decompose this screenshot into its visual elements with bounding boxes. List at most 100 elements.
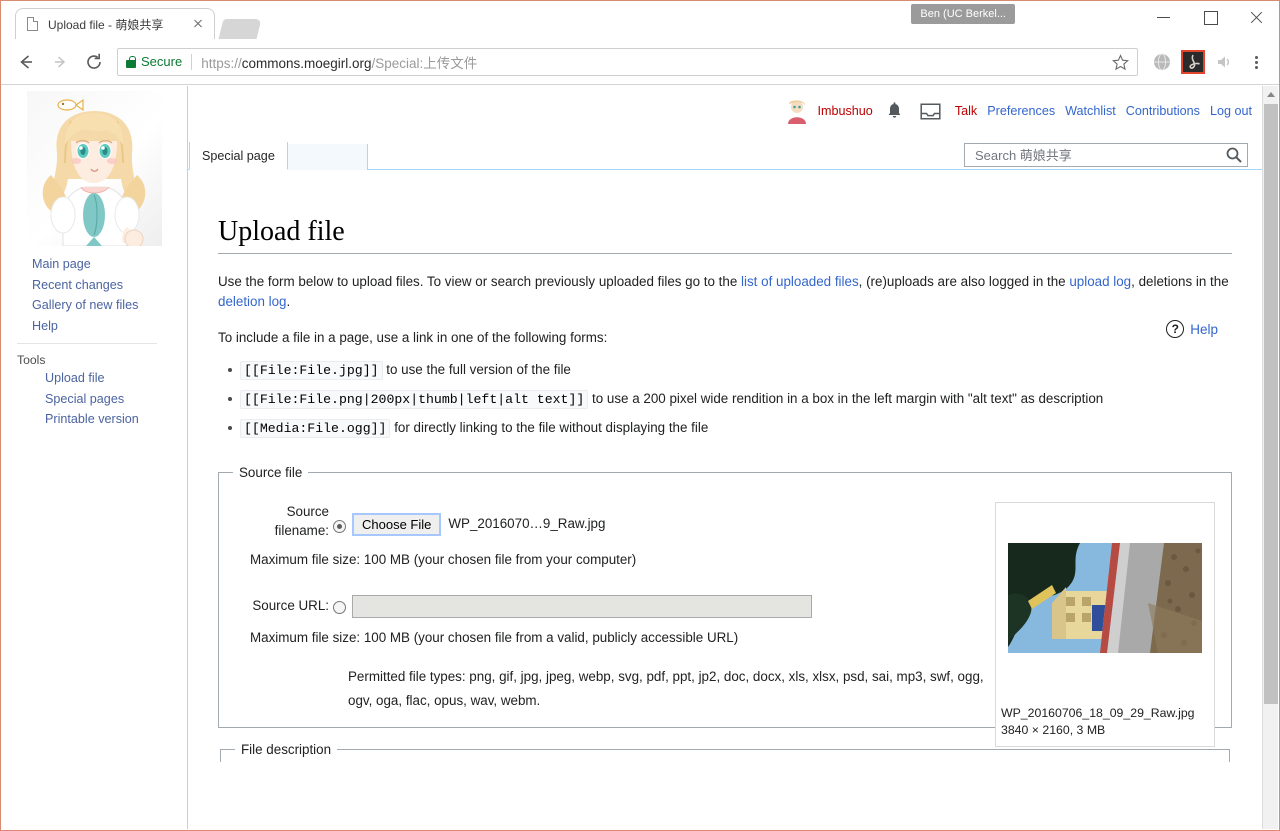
source-file-fieldset: Source file WP_20160706_18_09_29_Raw.jpg… xyxy=(218,465,1232,747)
user-bar: Imbushuo Talk Preferences Watchlist Cont… xyxy=(784,98,1252,124)
reload-icon[interactable] xyxy=(79,47,109,77)
page-scrollbar[interactable] xyxy=(1262,86,1278,829)
intro-text-3: , deletions in the xyxy=(1131,274,1229,289)
sidebar-item-main-page[interactable]: Main page xyxy=(32,254,187,275)
sidebar-item-help[interactable]: Help xyxy=(32,316,187,337)
browser-toolbar: Secure https://commons.moegirl.org/Speci… xyxy=(1,39,1279,85)
page-viewport: Main page Recent changes Gallery of new … xyxy=(2,86,1278,829)
file-preview-caption: WP_20160706_18_09_29_Raw.jpg 3840 × 2160… xyxy=(1001,705,1195,739)
bell-icon[interactable] xyxy=(886,102,903,120)
tray-icon[interactable] xyxy=(920,102,941,120)
maximize-icon[interactable] xyxy=(1187,1,1233,33)
help-label: Help xyxy=(1190,321,1218,337)
three-dot-menu-icon[interactable] xyxy=(1243,49,1269,75)
syntax-desc-1: to use the full version of the file xyxy=(386,362,571,377)
sidebar-item-upload-file[interactable]: Upload file xyxy=(45,368,187,389)
sidebar-item-special-pages[interactable]: Special pages xyxy=(45,389,187,410)
scroll-up-icon[interactable] xyxy=(1263,86,1278,103)
speaker-extension-icon[interactable] xyxy=(1211,49,1237,75)
radio-source-filename[interactable] xyxy=(333,520,346,533)
tab-special-page[interactable]: Special page xyxy=(189,142,288,170)
choose-file-button[interactable]: Choose File xyxy=(352,513,442,536)
chosen-file-name: WP_2016070…9_Raw.jpg xyxy=(448,516,606,531)
source-url-input[interactable] xyxy=(352,595,812,618)
file-description-legend: File description xyxy=(241,742,332,757)
file-preview-filename: WP_20160706_18_09_29_Raw.jpg xyxy=(1001,706,1195,720)
sidebar-heading-tools: Tools xyxy=(17,353,46,367)
user-bar-link-watchlist[interactable]: Watchlist xyxy=(1065,104,1116,118)
permitted-file-types: Permitted file types: png, gif, jpg, jpe… xyxy=(348,669,984,708)
back-arrow-icon[interactable] xyxy=(11,47,41,77)
question-circle-icon: ? xyxy=(1166,320,1185,338)
security-label: Secure xyxy=(141,54,183,69)
intro-text-2: , (re)uploads are also logged in the xyxy=(858,274,1070,289)
link-deletion-log[interactable]: deletion log xyxy=(218,294,287,309)
browser-tab[interactable]: Upload file - 萌娘共享 xyxy=(15,8,215,39)
wiki-page: Main page Recent changes Gallery of new … xyxy=(2,86,1262,829)
source-filename-label: Source filename: xyxy=(274,504,329,538)
intro-paragraph: Use the form below to upload files. To v… xyxy=(218,272,1232,312)
file-preview-panel: WP_20160706_18_09_29_Raw.jpg 3840 × 2160… xyxy=(995,502,1215,747)
globe-extension-icon[interactable] xyxy=(1149,49,1175,75)
browser-window: Upload file - 萌娘共享 Ben (UC Berkel... Sec… xyxy=(0,0,1280,831)
source-url-label: Source URL: xyxy=(252,598,329,613)
intro-text-1: Use the form below to upload files. To v… xyxy=(218,274,742,289)
sidebar-divider xyxy=(17,343,157,344)
moegirl-mascot-logo[interactable] xyxy=(27,91,162,246)
user-bar-link-log-out[interactable]: Log out xyxy=(1210,104,1252,118)
file-preview-dimensions: 3840 × 2160, 3 MB xyxy=(1001,723,1106,737)
sidebar-item-recent-changes[interactable]: Recent changes xyxy=(32,275,187,296)
syntax-desc-2: to use a 200 pixel wide rendition in a b… xyxy=(592,391,1104,406)
page-title: Upload file xyxy=(218,216,1232,254)
minimize-icon[interactable] xyxy=(1141,1,1187,33)
adobe-acrobat-icon[interactable] xyxy=(1180,49,1206,75)
search-box[interactable] xyxy=(964,143,1248,167)
browser-tab-title: Upload file - 萌娘共享 xyxy=(48,17,164,32)
omnibox-divider xyxy=(191,53,193,70)
radio-source-url[interactable] xyxy=(333,601,346,614)
list-item: [[File:File.png|200px|thumb|left|alt tex… xyxy=(228,385,1232,414)
forward-arrow-icon[interactable] xyxy=(45,47,75,77)
help-link[interactable]: ? Help xyxy=(1166,320,1218,338)
scrollbar-thumb[interactable] xyxy=(1264,104,1278,704)
namespace-tab-placeholder[interactable] xyxy=(286,144,368,170)
file-description-fieldset: File description xyxy=(220,742,1230,762)
address-bar[interactable]: Secure https://commons.moegirl.org/Speci… xyxy=(117,47,1138,76)
sidebar-item-printable-version[interactable]: Printable version xyxy=(45,409,187,430)
syntax-code-1: [[File:File.jpg]] xyxy=(240,361,383,380)
user-bar-link-preferences[interactable]: Preferences xyxy=(987,104,1055,118)
list-item: [[File:File.jpg]] to use the full versio… xyxy=(228,356,1232,385)
window-controls xyxy=(1141,1,1279,33)
syntax-desc-3: for directly linking to the file without… xyxy=(394,420,709,435)
avatar[interactable] xyxy=(784,98,810,124)
browser-tabstrip: Upload file - 萌娘共享 Ben (UC Berkel... xyxy=(1,1,1279,39)
user-bar-link-contributions[interactable]: Contributions xyxy=(1126,104,1200,118)
syntax-examples-list: [[File:File.jpg]] to use the full versio… xyxy=(218,356,1232,443)
search-icon[interactable] xyxy=(1225,146,1243,164)
page-body: ? Help Upload file Use the form below to… xyxy=(188,170,1262,829)
user-bar-username[interactable]: Imbushuo xyxy=(818,104,873,118)
search-input[interactable] xyxy=(973,146,1225,164)
user-bar-link-talk[interactable]: Talk xyxy=(955,104,977,118)
link-list-of-uploaded-files[interactable]: list of uploaded files xyxy=(741,274,859,289)
close-icon[interactable] xyxy=(190,16,206,32)
wiki-sidebar: Main page Recent changes Gallery of new … xyxy=(2,86,187,829)
file-preview-thumbnail xyxy=(1008,543,1202,653)
link-upload-log[interactable]: upload log xyxy=(1069,274,1131,289)
close-icon[interactable] xyxy=(1233,1,1279,33)
list-item: [[Media:File.ogg]] for directly linking … xyxy=(228,414,1232,443)
star-icon[interactable] xyxy=(1111,53,1130,71)
intro-text-4: . xyxy=(286,294,291,309)
include-intro-paragraph: To include a file in a page, use a link … xyxy=(218,330,608,345)
wiki-content: Imbushuo Talk Preferences Watchlist Cont… xyxy=(187,86,1262,829)
page-icon xyxy=(24,16,40,32)
address-bar-url: https://commons.moegirl.org/Special:上传文件 xyxy=(201,55,478,71)
source-file-legend: Source file xyxy=(239,465,303,480)
sidebar-item-gallery-of-new-files[interactable]: Gallery of new files xyxy=(32,295,187,316)
sidebar-navigation: Main page Recent changes Gallery of new … xyxy=(2,246,187,430)
syntax-code-3: [[Media:File.ogg]] xyxy=(240,419,391,438)
new-tab-button[interactable] xyxy=(218,19,262,39)
profile-chip[interactable]: Ben (UC Berkel... xyxy=(911,4,1015,24)
lock-icon xyxy=(126,55,136,68)
syntax-code-2: [[File:File.png|200px|thumb|left|alt tex… xyxy=(240,390,589,409)
